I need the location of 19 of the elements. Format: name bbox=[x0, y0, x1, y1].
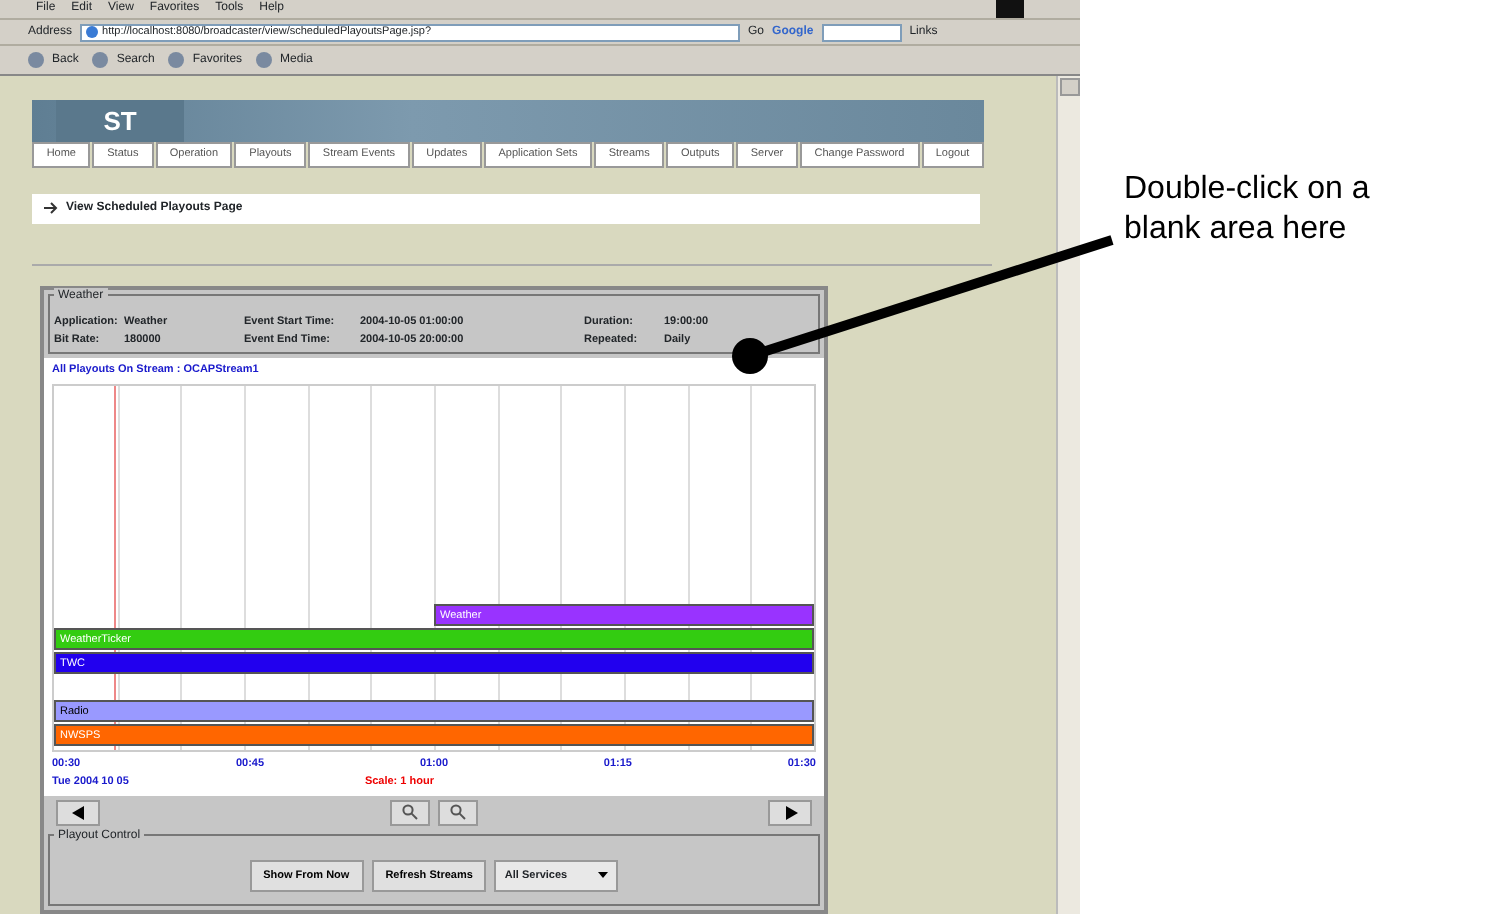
site-logo: ST bbox=[56, 100, 184, 143]
next-button[interactable] bbox=[768, 799, 812, 826]
arrow-icon bbox=[44, 202, 58, 214]
magnifier-icon bbox=[402, 804, 418, 821]
left-triangle-icon bbox=[71, 806, 85, 821]
zoom-in-button[interactable] bbox=[390, 799, 430, 826]
right-triangle-icon bbox=[783, 806, 797, 821]
dropdown-arrow-icon bbox=[598, 872, 609, 879]
previous-button[interactable] bbox=[56, 799, 100, 826]
magnifier-icon bbox=[450, 804, 466, 821]
toolbar-icon bbox=[28, 52, 44, 68]
annotation-text: Double-click on a blank area here bbox=[1124, 170, 1372, 250]
toolbar-icon bbox=[92, 52, 109, 68]
zoom-out-button[interactable] bbox=[438, 799, 478, 826]
search-field[interactable] bbox=[821, 23, 902, 41]
toolbar-icon bbox=[256, 52, 273, 68]
page-icon bbox=[86, 26, 99, 38]
toolbar-icon bbox=[168, 52, 185, 68]
browser-logo-icon bbox=[996, 0, 1024, 18]
